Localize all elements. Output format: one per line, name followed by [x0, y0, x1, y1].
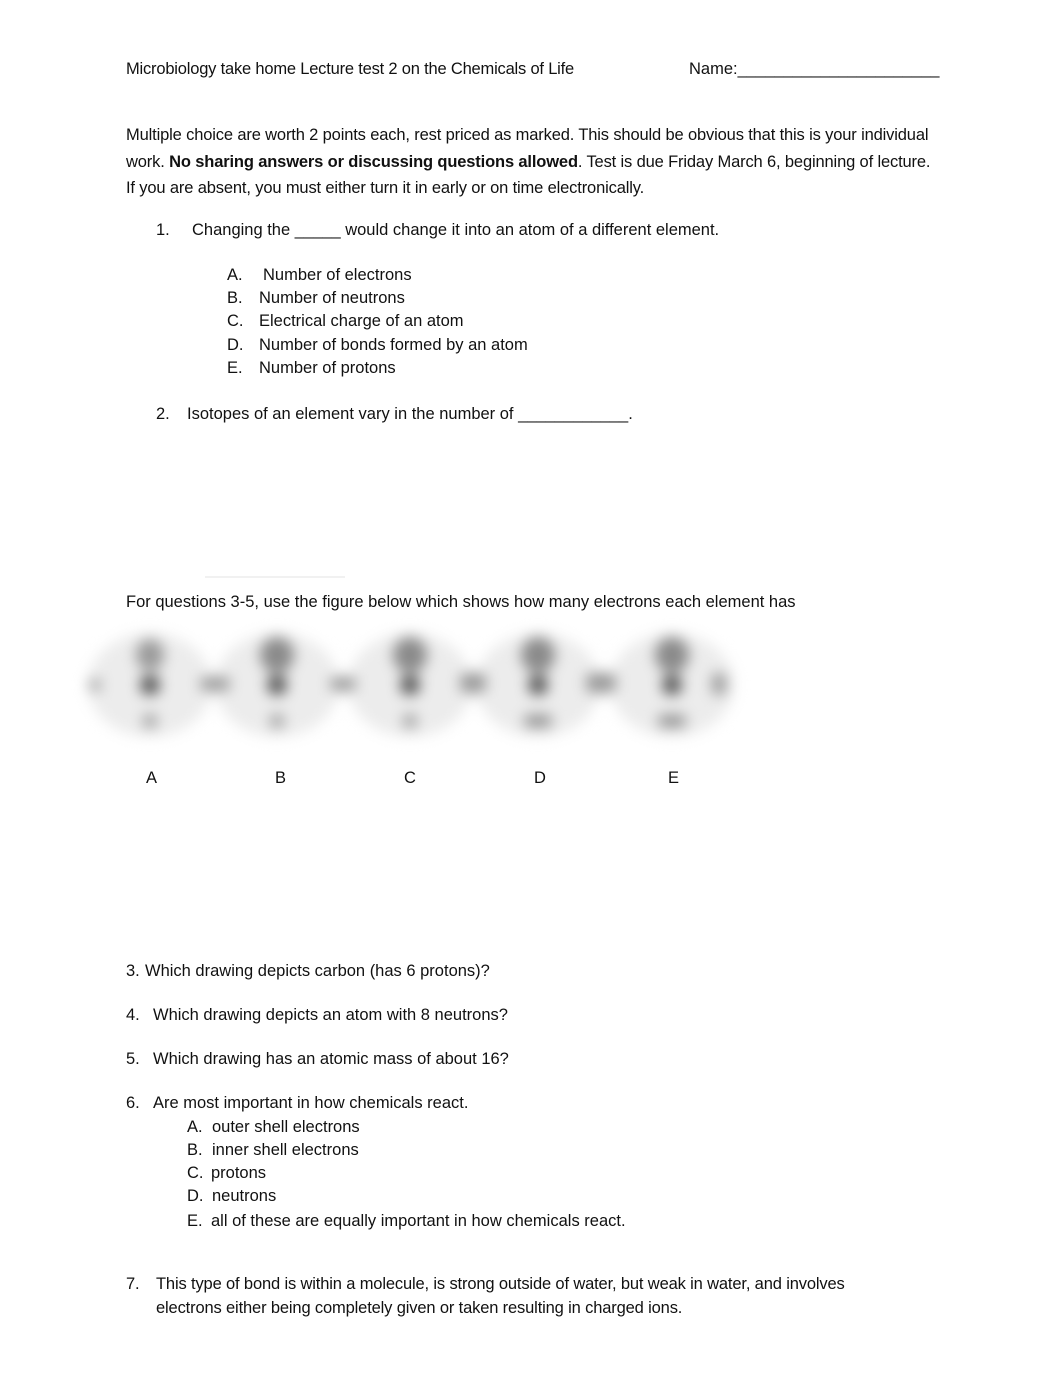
atom-b: [200, 633, 339, 737]
option-text: outer shell electrons: [212, 1118, 360, 1136]
q6-option-e: E. all of these are equally important in …: [187, 1212, 626, 1231]
option-text: neutrons: [212, 1187, 277, 1205]
instructions-paragraph: Multiple choice are worth 2 points each,…: [126, 122, 936, 202]
option-text: Number of protons: [259, 359, 396, 377]
figure-label-b: B: [275, 769, 287, 787]
question-number: 4.: [126, 1006, 140, 1024]
q1-option-e: E. Number of protons: [227, 359, 396, 378]
question-2: 2. Isotopes of an element vary in the num…: [156, 405, 633, 424]
instructions-bold: No sharing answers or discussing questio…: [169, 152, 578, 171]
figure-intro: For questions 3-5, use the figure below …: [126, 593, 796, 611]
option-text: Electrical charge of an atom: [259, 312, 464, 330]
question-number: 2.: [156, 405, 170, 423]
q6-option-b: B. inner shell electrons: [187, 1141, 359, 1160]
question-6: 6. Are most important in how chemicals re…: [126, 1094, 468, 1113]
q1-option-a: A. Number of electrons: [227, 266, 412, 285]
question-7-continued: electrons either being completely given …: [156, 1299, 683, 1317]
question-1: 1. Changing the _____ would change it int…: [156, 221, 719, 240]
option-text: all of these are equally important in ho…: [211, 1212, 626, 1230]
question-text: Which drawing depicts an atom with 8 neu…: [153, 1006, 508, 1024]
option-letter: A.: [227, 266, 243, 284]
option-text: protons: [211, 1164, 267, 1182]
question-number: 7.: [126, 1275, 140, 1293]
document-title: Microbiology take home Lecture test 2 on…: [126, 60, 575, 78]
question-text: Isotopes of an element vary in the numbe…: [187, 405, 633, 423]
q6-option-c: C. protons: [187, 1164, 266, 1183]
question-text: Are most important in how chemicals reac…: [153, 1094, 469, 1112]
option-letter: E.: [227, 359, 243, 377]
atom-d: [460, 633, 600, 737]
option-letter: B.: [187, 1141, 203, 1159]
atom-diagrams-figure: [78, 625, 748, 745]
atom-c: [330, 633, 472, 737]
question-number: 6.: [126, 1094, 140, 1112]
q6-option-a: A. outer shell electrons: [187, 1118, 360, 1137]
q1-option-c: C. Electrical charge of an atom: [227, 312, 464, 331]
q6-option-d: D. neutrons: [187, 1187, 276, 1206]
option-text: Number of neutrons: [259, 289, 405, 307]
question-text: Which drawing has an atomic mass of abou…: [153, 1050, 509, 1068]
question-text: Changing the _____ would change it into …: [192, 221, 720, 239]
question-number: 1.: [156, 221, 170, 239]
option-text: Number of bonds formed by an atom: [259, 336, 528, 354]
option-letter: D.: [187, 1187, 204, 1205]
name-field: Name:______________________: [689, 60, 940, 78]
option-letter: C.: [187, 1164, 204, 1182]
option-letter: E.: [187, 1212, 203, 1230]
atom-a: [88, 633, 212, 737]
q1-option-b: B. Number of neutrons: [227, 289, 405, 308]
question-text-line-1: This type of bond is within a molecule, …: [156, 1275, 845, 1293]
question-5: 5. Which drawing has an atomic mass of ab…: [126, 1050, 509, 1069]
option-letter: C.: [227, 312, 244, 330]
option-text: Number of electrons: [263, 266, 412, 284]
faint-divider: [205, 576, 345, 578]
question-number: 3.: [126, 962, 140, 980]
question-4: 4. Which drawing depicts an atom with 8 n…: [126, 1006, 508, 1025]
figure-label-e: E: [668, 769, 680, 787]
question-7: 7. This type of bond is within a molecule…: [126, 1275, 845, 1294]
option-text: inner shell electrons: [212, 1141, 359, 1159]
question-number: 5.: [126, 1050, 140, 1068]
option-letter: D.: [227, 336, 244, 354]
atom-e: [586, 633, 734, 737]
option-letter: B.: [227, 289, 243, 307]
figure-label-a: A: [146, 769, 158, 787]
question-3: 3. Which drawing depicts carbon (has 6 pr…: [126, 962, 490, 981]
q1-option-d: D. Number of bonds formed by an atom: [227, 336, 528, 355]
atom-diagrams-svg: [88, 633, 734, 737]
question-text: Which drawing depicts carbon (has 6 prot…: [145, 962, 490, 980]
figure-label-d: D: [534, 769, 546, 787]
option-letter: A.: [187, 1118, 203, 1136]
figure-label-c: C: [404, 769, 416, 787]
